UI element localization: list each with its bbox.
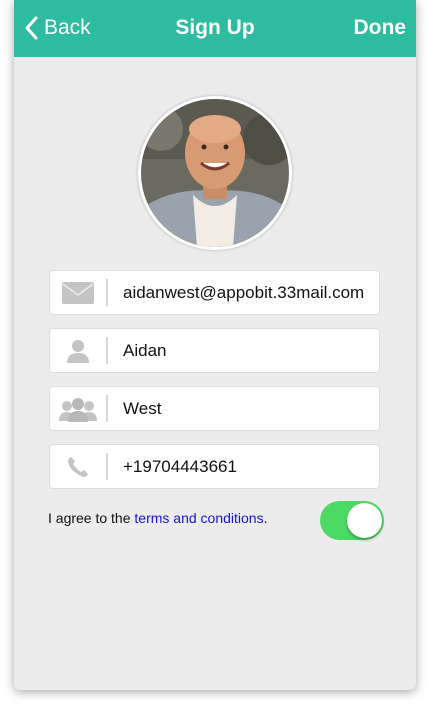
phone-field [49, 444, 380, 489]
terms-toggle[interactable] [320, 501, 384, 540]
field-divider [106, 337, 108, 364]
profile-photo [141, 99, 289, 247]
email-field [49, 270, 380, 315]
terms-suffix: . [263, 510, 268, 526]
terms-link[interactable]: terms and conditions [134, 510, 263, 526]
navigation-bar: Back Sign Up Done [14, 0, 416, 57]
toggle-knob [347, 503, 382, 538]
done-button[interactable]: Done [354, 16, 407, 40]
users-icon [59, 397, 97, 422]
first-name-field [49, 328, 380, 373]
field-divider [106, 395, 108, 422]
phone-icon [68, 456, 88, 477]
field-divider [106, 279, 108, 306]
phone-input[interactable] [123, 445, 379, 488]
last-name-input[interactable] [123, 387, 379, 430]
field-divider [106, 453, 108, 480]
terms-agreement-text: I agree to the terms and conditions. [48, 510, 267, 526]
user-icon [67, 339, 89, 363]
last-name-field [49, 386, 380, 431]
first-name-input[interactable] [123, 329, 379, 372]
email-input[interactable] [123, 271, 379, 314]
terms-prefix: I agree to the [48, 510, 135, 526]
mail-icon [62, 281, 94, 304]
avatar[interactable] [138, 96, 292, 250]
sign-up-screen: Back Sign Up Done aidanwest@appobit.33ma… [14, 0, 416, 690]
